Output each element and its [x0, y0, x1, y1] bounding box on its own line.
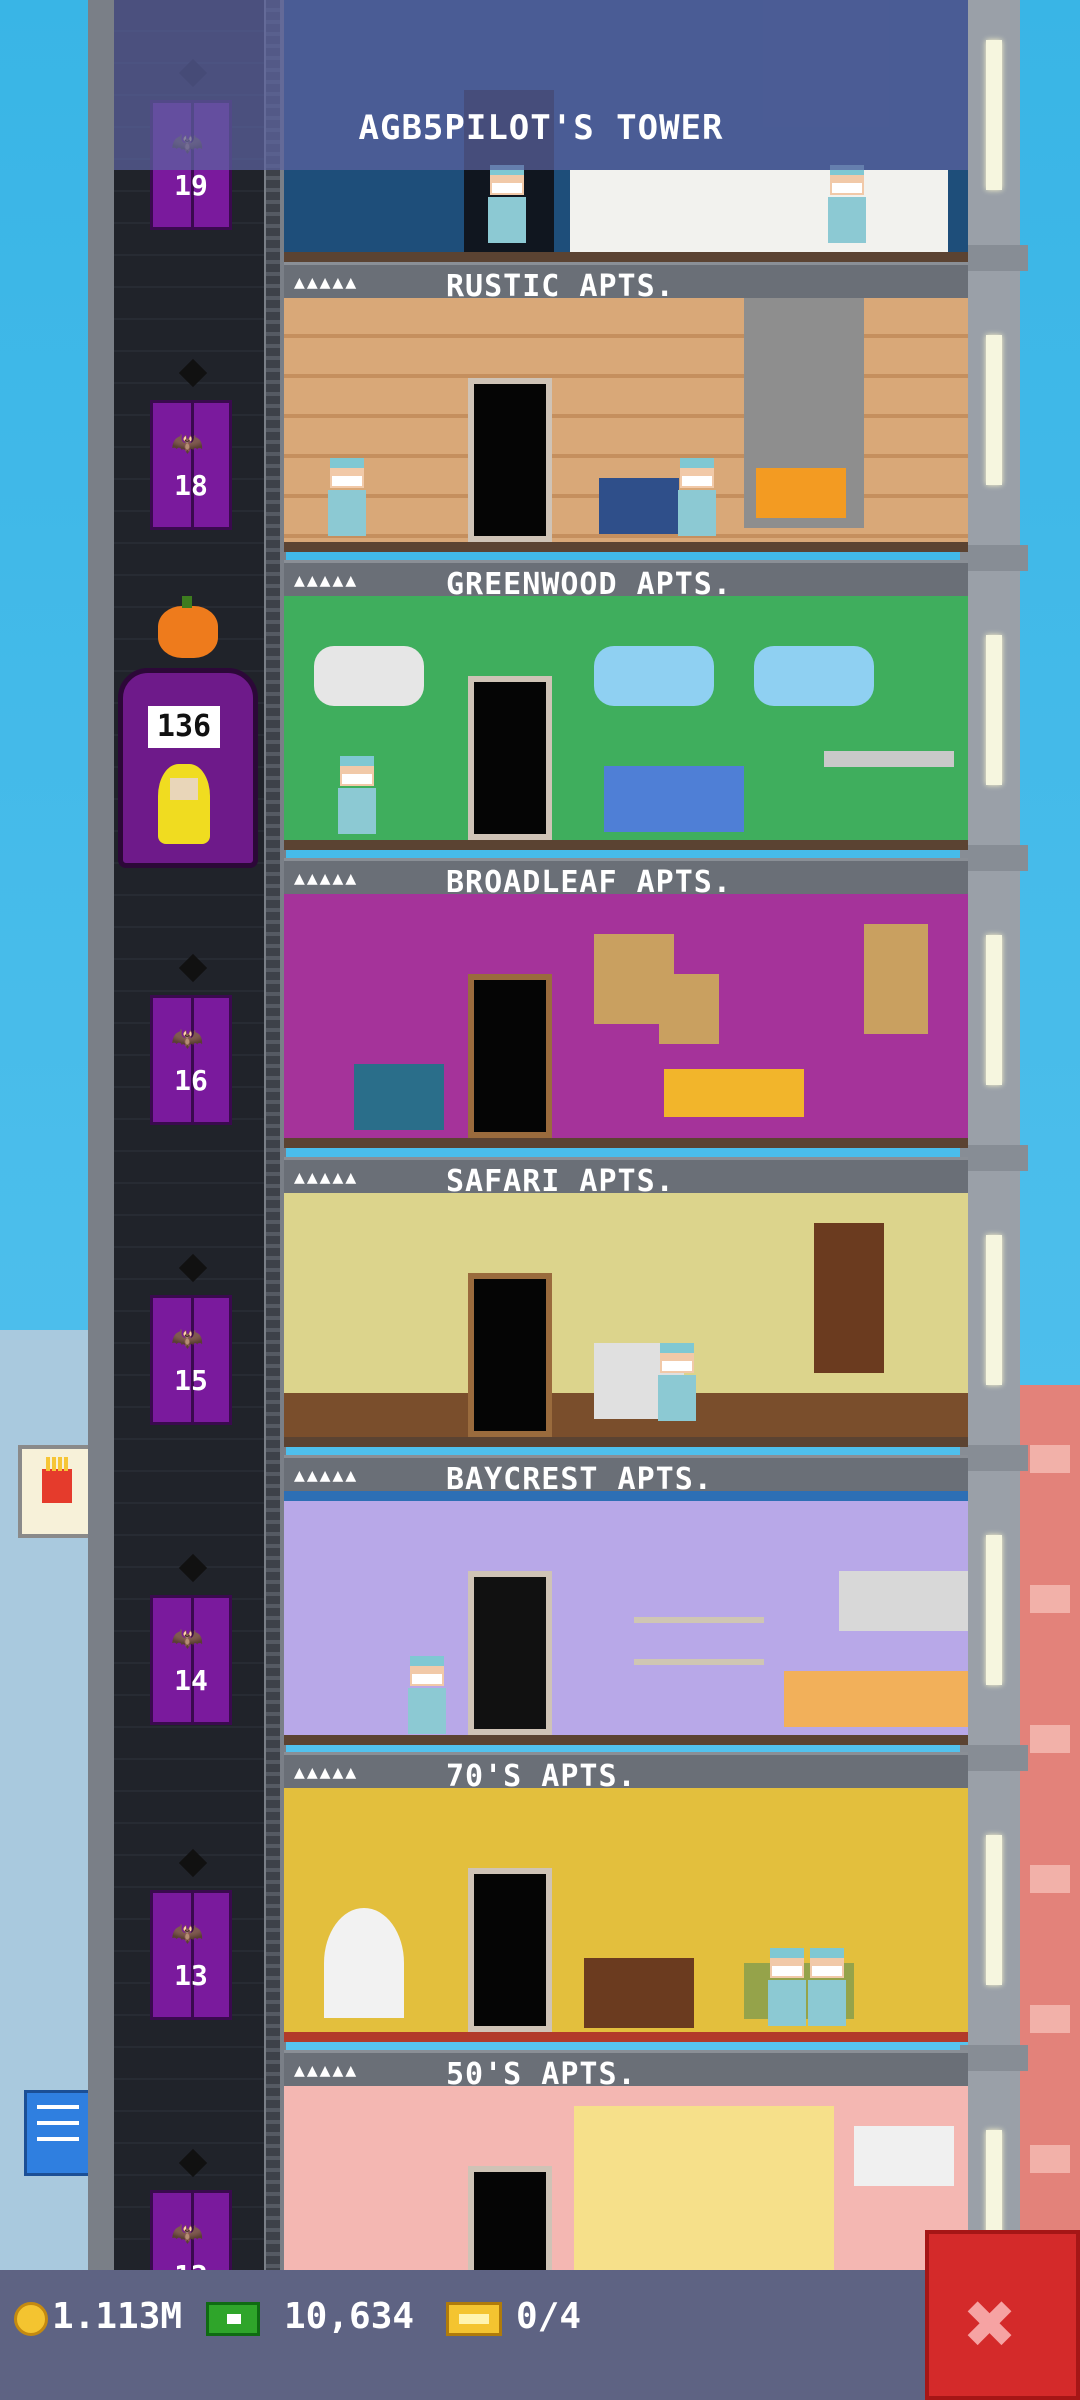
close-icon: ✖ [965, 2274, 1017, 2374]
guest[interactable] [334, 756, 380, 834]
elevator-door-15[interactable]: 🦇 15 [150, 1253, 232, 1425]
elevator-door-14[interactable]: 🦇 14 [150, 1553, 232, 1725]
ticket-icon [446, 2302, 502, 2336]
elevator-shaft [114, 0, 264, 2400]
bux-value: 10,634 [284, 2296, 415, 2337]
guest[interactable] [324, 458, 370, 536]
close-button[interactable]: ✖ [925, 2230, 1080, 2400]
guest[interactable] [674, 458, 720, 536]
elevator-door-13[interactable]: 🦇 13 [150, 1848, 232, 2020]
elevator-door-16[interactable]: 🦇 16 [150, 953, 232, 1125]
coins-value: 1.113M [52, 2296, 183, 2337]
guest[interactable] [824, 165, 870, 243]
guest[interactable] [404, 1656, 450, 1734]
guest[interactable] [654, 1343, 700, 1421]
tower-title-bar: AGB5PILOT'S TOWER [114, 0, 968, 170]
elevator-car[interactable]: 136 [118, 596, 258, 878]
pumpkin-icon [158, 596, 218, 658]
tower-right-pillar [960, 0, 1028, 2400]
coin-icon [14, 2302, 48, 2336]
tickets-value: 0/4 [516, 2296, 582, 2337]
blue-sign [24, 2090, 92, 2176]
tower-title: AGB5PILOT'S TOWER [358, 108, 724, 148]
elevator-rider [158, 764, 210, 844]
elevator-rail [266, 0, 280, 2400]
elevator-door-18[interactable]: 🦇 18 [150, 358, 232, 530]
guest[interactable] [484, 165, 530, 243]
guest[interactable] [804, 1948, 850, 2026]
elevator-passenger-count: 136 [148, 706, 220, 748]
fries-icon [42, 1457, 72, 1503]
fries-billboard [18, 1445, 96, 1538]
bux-icon [206, 2302, 260, 2336]
